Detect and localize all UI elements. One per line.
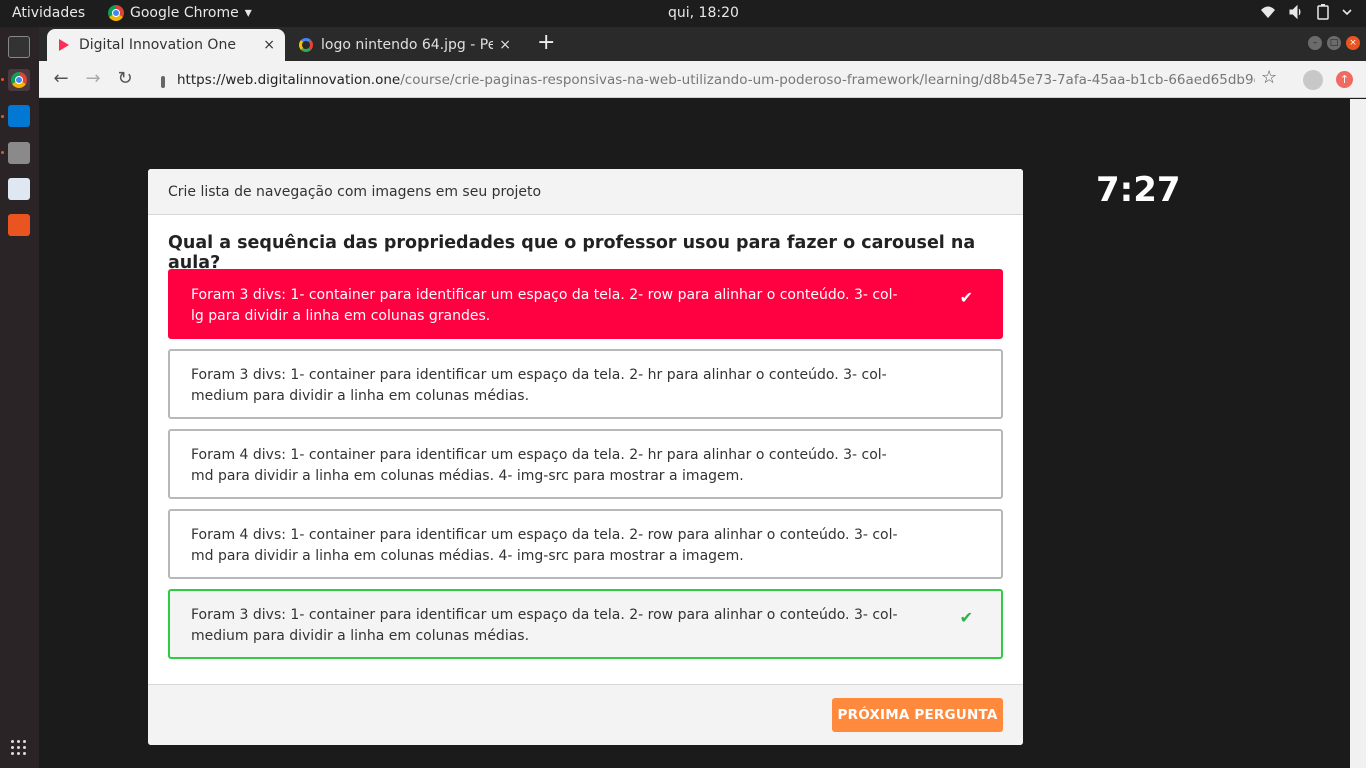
dio-favicon-icon bbox=[57, 38, 71, 52]
quiz-card: Crie lista de navegação com imagens em s… bbox=[148, 169, 1023, 745]
browser-toolbar: ← → ↻ https://web.digitalinnovation.one /… bbox=[39, 61, 1366, 98]
file-manager-icon[interactable] bbox=[8, 142, 30, 164]
address-bar[interactable]: https://web.digitalinnovation.one/course… bbox=[155, 65, 1255, 94]
chevron-down-icon bbox=[1342, 9, 1352, 16]
next-question-button[interactable]: PRÓXIMA PERGUNTA bbox=[832, 698, 1003, 732]
chrome-icon bbox=[108, 5, 124, 21]
answer-option-3[interactable]: Foram 4 divs: 1- container para identifi… bbox=[168, 429, 1003, 499]
question-text: Qual a sequência das propriedades que o … bbox=[168, 233, 976, 273]
profile-avatar[interactable] bbox=[1303, 70, 1323, 90]
reload-button[interactable]: ↻ bbox=[113, 67, 137, 91]
update-icon[interactable]: ↑ bbox=[1336, 71, 1353, 88]
quiz-footer: PRÓXIMA PERGUNTA bbox=[148, 684, 1023, 745]
os-top-bar: Atividades Google Chrome ▾ qui, 18:20 bbox=[0, 0, 1366, 27]
app-menu-label: Google Chrome bbox=[130, 5, 239, 21]
terminal-icon[interactable] bbox=[8, 36, 30, 58]
check-icon: ✔ bbox=[959, 608, 973, 627]
app-menu[interactable]: Google Chrome ▾ bbox=[108, 5, 252, 21]
new-tab-button[interactable]: + bbox=[537, 32, 555, 54]
check-icon: ✔ bbox=[959, 288, 973, 307]
tab-title: Digital Innovation One bbox=[79, 37, 236, 53]
chevron-down-icon: ▾ bbox=[244, 5, 252, 21]
battery-icon bbox=[1317, 4, 1329, 20]
wifi-icon bbox=[1261, 6, 1275, 18]
url-host: https://web.digitalinnovation.one bbox=[177, 71, 401, 88]
answer-text: Foram 4 divs: 1- container para identifi… bbox=[191, 527, 898, 564]
chrome-dock-icon[interactable] bbox=[8, 69, 30, 91]
answer-option-1[interactable]: Foram 3 divs: 1- container para identifi… bbox=[168, 269, 1003, 339]
text-editor-icon[interactable] bbox=[8, 178, 30, 200]
vscode-icon[interactable] bbox=[8, 105, 30, 127]
close-tab-icon[interactable]: × bbox=[263, 37, 275, 53]
lock-icon bbox=[161, 75, 165, 88]
software-center-icon[interactable] bbox=[8, 214, 30, 236]
tab-strip: Digital Innovation One × logo nintendo 6… bbox=[39, 27, 1366, 61]
clock[interactable]: qui, 18:20 bbox=[668, 5, 739, 21]
quiz-timer: 7:27 bbox=[1096, 170, 1181, 210]
volume-icon bbox=[1289, 4, 1301, 20]
forward-button[interactable]: → bbox=[81, 67, 105, 91]
tab-digital-innovation-one[interactable]: Digital Innovation One × bbox=[47, 29, 285, 61]
page-scrollbar[interactable] bbox=[1350, 99, 1366, 768]
lesson-title: Crie lista de navegação com imagens em s… bbox=[168, 183, 542, 200]
answer-text: Foram 3 divs: 1- container para identifi… bbox=[191, 367, 887, 404]
tab-logo-nintendo[interactable]: logo nintendo 64.jpg - Pes × bbox=[289, 29, 521, 61]
url-path: /course/crie-paginas-responsivas-na-web-… bbox=[400, 71, 1255, 88]
quiz-header: Crie lista de navegação com imagens em s… bbox=[148, 169, 1023, 215]
answer-text: Foram 3 divs: 1- container para identifi… bbox=[191, 607, 898, 644]
answer-option-5[interactable]: Foram 3 divs: 1- container para identifi… bbox=[168, 589, 1003, 659]
system-tray[interactable] bbox=[1260, 4, 1352, 20]
answer-option-4[interactable]: Foram 4 divs: 1- container para identifi… bbox=[168, 509, 1003, 579]
maximize-icon[interactable]: □ bbox=[1327, 36, 1341, 50]
back-button[interactable]: ← bbox=[49, 67, 73, 91]
answer-text: Foram 3 divs: 1- container para identifi… bbox=[191, 287, 898, 324]
minimize-icon[interactable]: – bbox=[1308, 36, 1322, 50]
close-window-icon[interactable]: × bbox=[1346, 36, 1360, 50]
bookmark-star-icon[interactable]: ☆ bbox=[1261, 67, 1277, 88]
show-applications-icon[interactable] bbox=[11, 740, 27, 756]
answer-text: Foram 4 divs: 1- container para identifi… bbox=[191, 447, 887, 484]
answer-option-2[interactable]: Foram 3 divs: 1- container para identifi… bbox=[168, 349, 1003, 419]
tab-title: logo nintendo 64.jpg - Pes bbox=[321, 37, 494, 53]
google-favicon-icon bbox=[299, 38, 313, 52]
dock bbox=[0, 27, 39, 768]
close-tab-icon[interactable]: × bbox=[499, 37, 511, 53]
activities-button[interactable]: Atividades bbox=[12, 5, 85, 21]
window-controls: – □ × bbox=[1308, 36, 1360, 50]
